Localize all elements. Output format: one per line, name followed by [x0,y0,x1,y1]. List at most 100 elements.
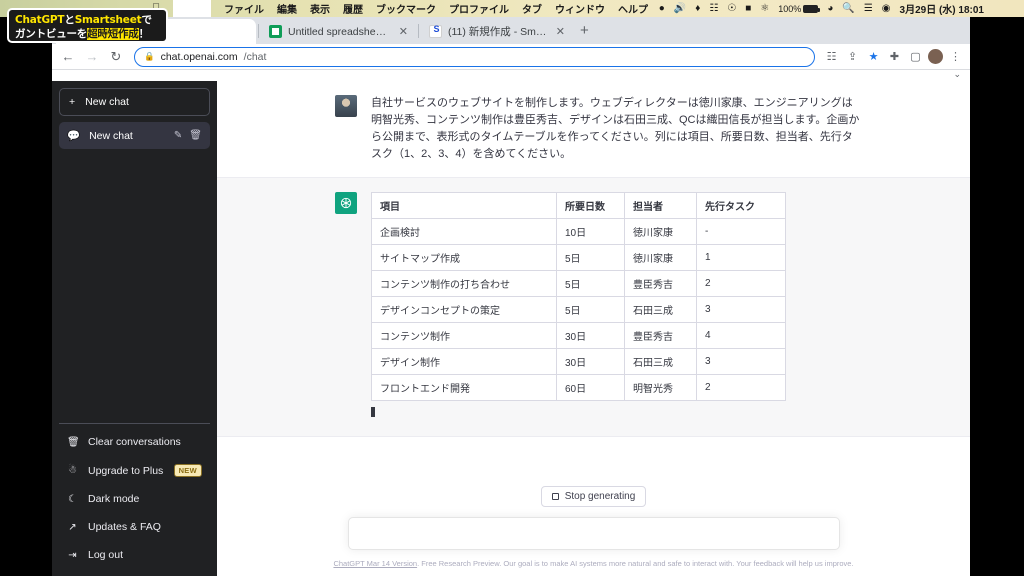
sidebar-item-dark-mode[interactable]: ☾ Dark mode [59,485,210,513]
status-badge: NEW [173,464,202,477]
new-chat-label: New chat [85,96,129,108]
caption-exclaim: ！ [138,28,150,41]
table-body: 企画検討 10日 徳川家康 - サイトマップ作成 5日 徳川家康 1 コンテンツ制作の打ち合わせ… [371,218,786,402]
side-panel-icon[interactable]: ▢ [907,50,924,63]
table-cell: コンテンツ制作の打ち合わせ [371,270,557,298]
screen:  Chrome ファイル 編集 表示 履歴 ブックマーク プロファイル タブ … [0,0,1024,576]
sidebar: + New chat 💬 New chat ✎ 🗑 🗑 Clear conver… [52,81,217,576]
version-link[interactable]: ChatGPT Mar 14 Version [333,559,417,568]
menubar-clock[interactable]: 3月29日 (水) 18:01 [900,1,984,16]
address-path: /chat [243,50,267,63]
composer-area: Stop generating ChatGPT Mar 14 Version. … [217,486,970,576]
profile-avatar[interactable] [928,49,943,64]
sidebar-item-clear-conversations[interactable]: 🗑 Clear conversations [59,428,210,456]
caption-to: と [64,14,75,26]
battery-icon [803,4,821,13]
address-host: chat.openai.com [160,50,238,63]
stop-square-icon [551,493,559,500]
share-icon[interactable]: ⇪ [844,50,861,63]
column-header-predecessor: 先行タスク [696,192,786,220]
table-cell: コンテンツ制作 [371,322,557,350]
table-cell: 徳川家康 [624,218,697,246]
chatgpt-logo-icon [335,192,357,215]
tab-untitled-spreadsheet[interactable]: Untitled spreadsheet - Google ✕ [261,19,416,44]
logout-icon: ⇥ [68,549,77,561]
new-tab-button[interactable]: + [573,23,596,38]
table-cell: 3 [696,348,786,376]
trash-icon[interactable]: 🗑 [189,130,202,141]
caption-de: で [141,14,152,26]
menubar-item-edit[interactable]: 編集 [277,1,297,16]
translate-icon[interactable]: ☷ [823,50,840,63]
new-chat-button[interactable]: + New chat [59,88,210,116]
tab-smartsheet[interactable]: (11) 新規作成 - Smartsheet.com ✕ [421,19,573,44]
google-sheets-icon [269,25,282,38]
table-row: デザイン制作 30日 石田三成 3 [371,348,786,376]
caption-line-2: ガントビューを超時短作成！ [15,27,160,41]
bluetooth-icon[interactable]: ⚛ [760,3,769,14]
table-row: コンテンツ制作 30日 豊臣秀吉 4 [371,322,786,350]
chevron-down-icon[interactable]: ⌄ [953,69,961,80]
spotlight-search-icon[interactable]: 🔍 [842,3,854,14]
wifi-icon[interactable]: ◕ [827,3,833,14]
edit-icon[interactable]: ✎ [174,130,182,141]
table-cell: 豊臣秀吉 [624,322,697,350]
menubar-item-window[interactable]: ウィンドウ [555,1,605,16]
conversation-item[interactable]: 💬 New chat ✎ 🗑 [59,122,210,149]
caption-chatgpt: ChatGPT [15,14,65,26]
timetable: 項目 所要日数 担当者 先行タスク 企画検討 10日 徳川家康 - サイトマップ作成 5日… [371,192,786,402]
timer-icon[interactable]: ☉ [727,3,736,14]
bookmark-star-icon[interactable]: ★ [865,50,882,63]
menubar-item-history[interactable]: 履歴 [343,1,363,16]
chat-input-wrapper[interactable] [347,517,840,550]
mission-control-icon[interactable]: ☷ [709,3,718,14]
extensions-icon[interactable]: ✚ [886,50,903,63]
close-icon[interactable]: ✕ [399,25,408,38]
menubar-item-profiles[interactable]: プロファイル [449,1,509,16]
reload-icon[interactable]: ↻ [106,49,126,65]
menubar-item-help[interactable]: ヘルプ [618,1,648,16]
sidebar-item-label: Log out [88,549,124,561]
sidebar-item-upgrade-to-plus[interactable]: ☃ Upgrade to Plus NEW [59,456,210,485]
caption-smartsheet: Smartsheet [74,14,142,26]
sidebar-item-log-out[interactable]: ⇥ Log out [59,541,210,569]
stop-generating-button[interactable]: Stop generating [541,486,646,507]
table-cell: 石田三成 [624,296,697,324]
footer-text: . Free Research Preview. Our goal is to … [417,559,854,568]
control-center-icon[interactable]: ☰ [864,3,873,14]
tab-label: Untitled spreadsheet - Google [288,25,391,38]
table-cell: 企画検討 [371,218,557,246]
user-icon: ☃ [68,465,77,476]
dropbox-icon[interactable]: ♦ [695,3,700,14]
stop-generating-label: Stop generating [564,491,636,502]
column-header-days: 所要日数 [556,192,625,220]
table-cell: - [696,218,786,246]
video-caption-overlay: ChatGPTとSmartsheetで ガントビューを超時短作成！ [7,8,168,43]
sidebar-item-updates-faq[interactable]: ↗ Updates & FAQ [59,513,210,541]
smartsheet-icon [429,24,443,38]
table-cell: 豊臣秀吉 [624,270,697,298]
back-icon[interactable]: ← [58,49,78,64]
battery-status[interactable]: 100% [778,4,821,14]
record-icon[interactable]: ● [659,3,665,14]
chrome-window: New chat ✕ Untitled spreadsheet - Google… [52,17,970,576]
siri-icon[interactable]: ◉ [882,3,891,14]
moon-icon: ☾ [68,493,77,505]
address-bar[interactable]: 🔒 chat.openai.com/chat [134,46,815,67]
table-cell: フロントエンド開発 [371,374,557,402]
table-row: デザインコンセプトの策定 5日 石田三成 3 [371,296,786,324]
menubar-item-view[interactable]: 表示 [310,1,330,16]
menubar-item-bookmarks[interactable]: ブックマーク [376,1,436,16]
close-icon[interactable]: ✕ [556,25,565,38]
external-link-icon: ↗ [68,521,77,533]
volume-icon[interactable]: 🔊 [674,3,686,14]
chat-input[interactable] [348,518,839,549]
forward-icon[interactable]: → [82,49,102,64]
chrome-menu-icon[interactable]: ⋮ [947,50,964,63]
menubar-item-tabs[interactable]: タブ [522,1,542,16]
table-cell: 5日 [556,270,625,298]
screenshot-icon[interactable]: ■ [745,3,751,14]
chat-content: 自社サービスのウェブサイトを制作します。ウェブディレクターは徳川家康、エンジニア… [217,81,970,576]
menubar-item-file[interactable]: ファイル [224,1,264,16]
